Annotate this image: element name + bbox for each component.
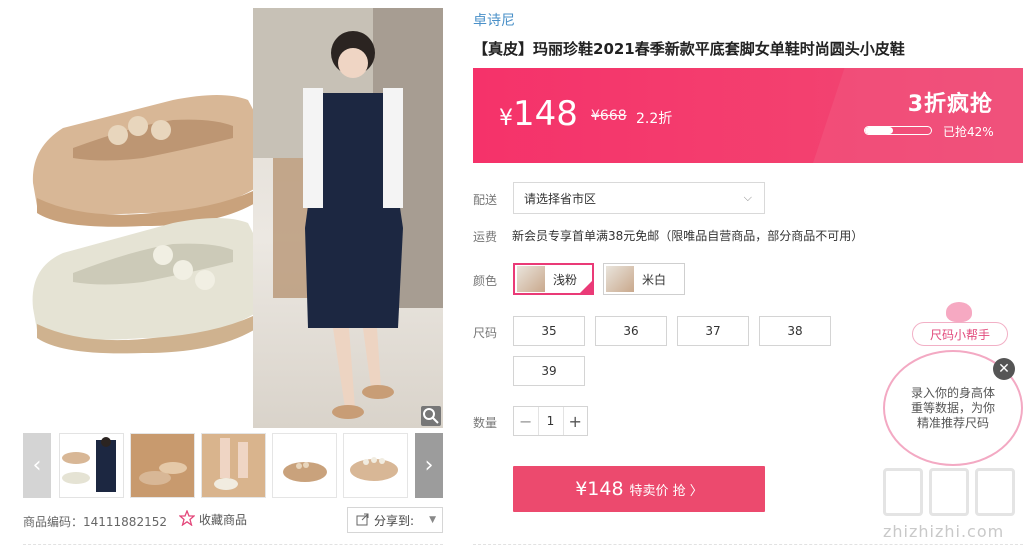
- quantity-input[interactable]: [537, 407, 564, 435]
- selected-check-icon: [579, 280, 593, 294]
- size-label: 尺码: [473, 326, 498, 340]
- main-product-image[interactable]: [23, 8, 443, 428]
- thumb-prev-arrow-icon[interactable]: ‹: [23, 433, 51, 498]
- color-swatch: [517, 266, 545, 292]
- size-option[interactable]: 36: [595, 316, 667, 346]
- promo-title: 3折疯抢: [907, 92, 993, 117]
- size-option[interactable]: 37: [677, 316, 749, 346]
- product-title: 【真皮】玛丽珍鞋2021春季新款平底套脚女单鞋时尚圆头小皮鞋: [473, 40, 905, 58]
- price-value: 148: [513, 94, 578, 134]
- thumbnail-3[interactable]: [201, 433, 266, 498]
- plus-icon[interactable]: +: [564, 407, 588, 435]
- zoom-icon[interactable]: [421, 406, 441, 426]
- thumbnail-strip: ‹ ›: [23, 433, 443, 498]
- buy-button[interactable]: ¥148 特卖价 抢 〉: [513, 466, 765, 512]
- divider: [473, 544, 1023, 545]
- thumbnail-4[interactable]: [272, 433, 337, 498]
- quantity-label: 数量: [473, 416, 498, 430]
- price-banner: ¥ 148 ¥668 2.2折 3折疯抢 已抢42%: [473, 68, 1023, 163]
- favorite-button[interactable]: 收藏商品: [178, 509, 248, 529]
- mascot-icon: [946, 302, 972, 322]
- buy-button-price: ¥148: [575, 478, 624, 500]
- shipping-label: 配送: [473, 193, 498, 207]
- sold-percent: 已抢42%: [943, 125, 994, 139]
- star-icon: [178, 509, 196, 529]
- quantity-stepper: − +: [513, 406, 588, 436]
- size-option[interactable]: 39: [513, 356, 585, 386]
- currency-symbol: ¥: [499, 106, 513, 131]
- region-select[interactable]: 请选择省市区 ⌵: [513, 182, 765, 214]
- thumbnail-2[interactable]: [130, 433, 195, 498]
- brand-link[interactable]: 卓诗尼: [473, 10, 515, 30]
- color-option-off-white[interactable]: 米白: [603, 263, 685, 295]
- region-placeholder: 请选择省市区: [524, 191, 597, 206]
- minus-icon[interactable]: −: [514, 407, 538, 435]
- color-option-light-pink[interactable]: 浅粉: [513, 263, 594, 295]
- share-icon: [356, 512, 370, 529]
- thumb-next-arrow-icon[interactable]: ›: [415, 433, 443, 498]
- favorite-label: 收藏商品: [199, 513, 248, 527]
- thumbnail-5[interactable]: [343, 433, 408, 498]
- color-option-label: 米白: [642, 272, 667, 287]
- divider: [23, 544, 443, 545]
- share-button[interactable]: 分享到: ▼: [347, 507, 443, 533]
- current-price: ¥ 148: [499, 94, 578, 134]
- chevron-down-icon: ▼: [429, 515, 436, 525]
- size-option[interactable]: 35: [513, 316, 585, 346]
- product-sku: 商品编码：14111882152: [23, 515, 167, 529]
- product-meta-row: 商品编码：14111882152 收藏商品 分享到: ▼: [23, 507, 443, 533]
- fee-label: 运费: [473, 230, 498, 244]
- close-icon[interactable]: ✕: [993, 358, 1015, 380]
- watermark-logo: [883, 468, 1015, 516]
- color-label: 颜色: [473, 274, 498, 288]
- color-option-label: 浅粉: [553, 272, 578, 287]
- discount-label: 2.2折: [636, 111, 673, 127]
- size-helper-text: 录入你的身高体重等数据，为你精准推荐尺码: [910, 385, 995, 430]
- sold-progress-fill: [865, 127, 893, 134]
- model-photo: [253, 8, 443, 428]
- sold-progress-bar: [864, 126, 932, 135]
- chevron-down-icon: ⌵: [743, 191, 752, 204]
- original-price: ¥668: [591, 108, 627, 124]
- size-option[interactable]: 38: [759, 316, 831, 346]
- shoe-product-photo: [23, 8, 263, 428]
- size-helper-tag[interactable]: 尺码小帮手: [912, 322, 1008, 346]
- buy-button-label: 特卖价 抢 〉: [629, 483, 703, 499]
- thumbnail-1[interactable]: [59, 433, 124, 498]
- share-label: 分享到:: [374, 513, 415, 528]
- watermark-text: zhizhizhi.com: [883, 522, 1005, 541]
- shipping-fee-text: 新会员专享首单满38元免邮（限唯品自营商品，部分商品不可用）: [512, 229, 864, 243]
- color-swatch: [606, 266, 634, 292]
